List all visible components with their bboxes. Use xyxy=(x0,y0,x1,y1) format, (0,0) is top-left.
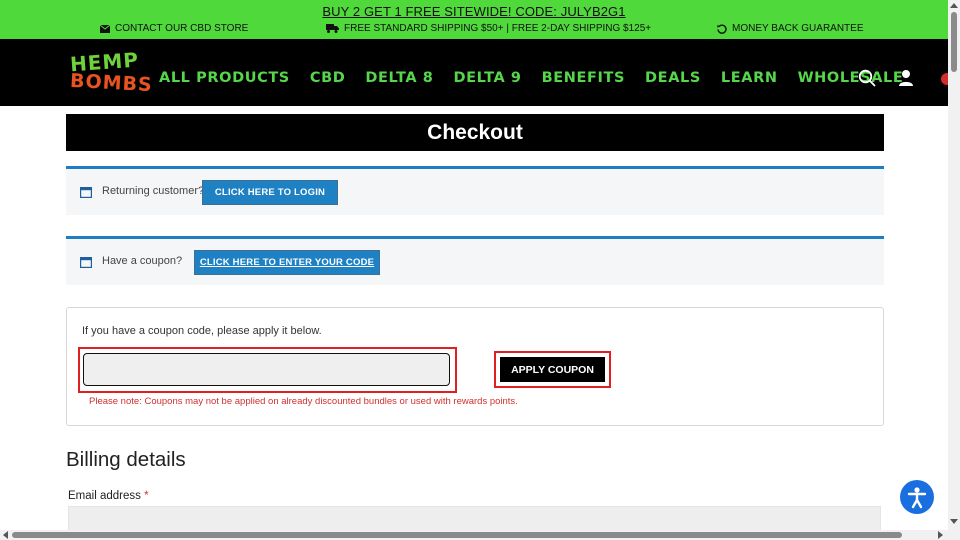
nav-item-benefits[interactable]: BENEFITS xyxy=(542,70,625,86)
shipping-info: FREE STANDARD SHIPPING $50+ | FREE 2-DAY… xyxy=(326,23,651,34)
coupon-form: If you have a coupon code, please apply … xyxy=(66,307,884,426)
required-mark: * xyxy=(144,490,149,502)
guarantee-info: MONEY BACK GUARANTEE xyxy=(717,23,864,34)
enter-coupon-button[interactable]: CLICK HERE TO ENTER YOUR CODE xyxy=(194,250,380,275)
site-logo[interactable]: HEMP BOMBS xyxy=(69,48,153,100)
nav-item-wholesale[interactable]: WHOLESALE xyxy=(798,70,904,86)
nav-item-delta-9[interactable]: DELTA 9 xyxy=(454,70,522,86)
page: BUY 2 GET 1 FREE SITEWIDE! CODE: JULYB2G… xyxy=(0,0,960,540)
email-label-text: Email address xyxy=(68,490,141,502)
main-nav: ALL PRODUCTS CBD DELTA 8 DELTA 9 BENEFIT… xyxy=(159,70,903,86)
guarantee-label: MONEY BACK GUARANTEE xyxy=(732,23,864,34)
scroll-right-arrow[interactable] xyxy=(938,531,943,539)
refresh-icon xyxy=(717,23,727,34)
window-icon xyxy=(80,257,92,268)
user-icon[interactable] xyxy=(898,69,914,87)
login-notice: Returning customer? CLICK HERE TO LOGIN xyxy=(66,166,884,215)
nav-item-learn[interactable]: LEARN xyxy=(721,70,778,86)
nav-item-delta-8[interactable]: DELTA 8 xyxy=(365,70,433,86)
contact-store-link[interactable]: CONTACT OUR CBD STORE xyxy=(100,23,248,34)
horizontal-scroll-thumb[interactable] xyxy=(12,532,902,538)
accessibility-button[interactable] xyxy=(900,480,934,514)
window-icon xyxy=(80,187,92,198)
coupon-notice-text: Have a coupon? xyxy=(102,255,183,267)
login-notice-text: Returning customer? xyxy=(102,185,205,197)
page-title: Checkout xyxy=(66,114,884,151)
logo-text-bottom: BOMBS xyxy=(69,69,154,97)
coupon-note: Please note: Coupons may not be applied … xyxy=(89,396,518,407)
accessibility-icon xyxy=(907,487,927,509)
vertical-scroll-thumb[interactable] xyxy=(951,12,957,72)
billing-heading: Billing details xyxy=(66,448,186,471)
nav-item-cbd[interactable]: CBD xyxy=(310,70,346,86)
coupon-hint: If you have a coupon code, please apply … xyxy=(82,325,322,337)
promo-bar: BUY 2 GET 1 FREE SITEWIDE! CODE: JULYB2G… xyxy=(0,0,948,39)
login-button[interactable]: CLICK HERE TO LOGIN xyxy=(202,180,338,205)
nav-item-deals[interactable]: DEALS xyxy=(645,70,701,86)
truck-icon xyxy=(326,24,339,33)
coupon-notice: Have a coupon? CLICK HERE TO ENTER YOUR … xyxy=(66,236,884,285)
vertical-scrollbar[interactable] xyxy=(948,0,960,540)
contact-store-label: CONTACT OUR CBD STORE xyxy=(115,23,249,34)
coupon-code-input[interactable] xyxy=(83,353,450,386)
nav-item-all-products[interactable]: ALL PRODUCTS xyxy=(159,70,290,86)
envelope-icon xyxy=(100,24,110,33)
scroll-up-arrow[interactable] xyxy=(950,3,958,8)
shipping-label: FREE STANDARD SHIPPING $50+ | FREE 2-DAY… xyxy=(344,23,652,34)
site-header: HEMP BOMBS ALL PRODUCTS CBD DELTA 8 DELT… xyxy=(0,39,953,106)
search-icon[interactable] xyxy=(858,69,876,87)
email-label: Email address * xyxy=(68,490,149,502)
promo-headline-link[interactable]: BUY 2 GET 1 FREE SITEWIDE! CODE: JULYB2G… xyxy=(0,4,948,19)
scroll-left-arrow[interactable] xyxy=(3,531,8,539)
scroll-down-arrow[interactable] xyxy=(950,519,958,524)
apply-coupon-button[interactable]: APPLY COUPON xyxy=(500,357,605,382)
